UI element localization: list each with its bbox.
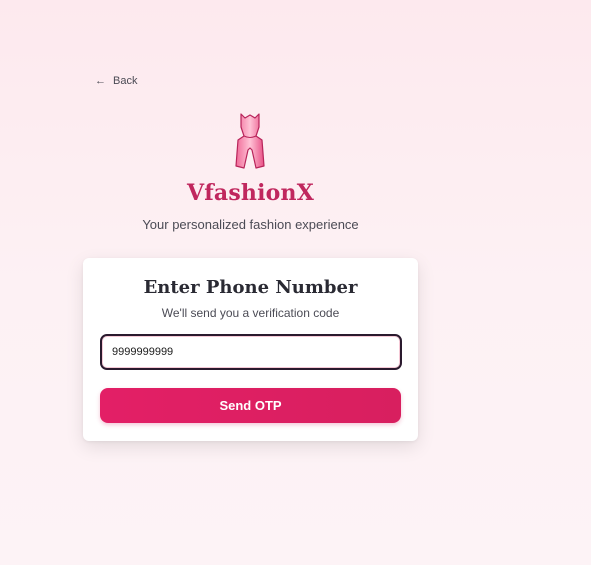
phone-login-card: Enter Phone Number We'll send you a veri… bbox=[83, 258, 418, 441]
arrow-left-icon: ← bbox=[95, 74, 106, 87]
back-label: Back bbox=[113, 75, 138, 87]
back-link[interactable]: ← Back bbox=[95, 75, 137, 87]
send-otp-button[interactable]: Send OTP bbox=[100, 388, 401, 423]
card-subtitle: We'll send you a verification code bbox=[161, 306, 340, 320]
dress-icon bbox=[235, 113, 265, 169]
card-title: Enter Phone Number bbox=[143, 277, 358, 298]
brand-name: VfashionX bbox=[186, 180, 315, 206]
phone-input[interactable] bbox=[100, 334, 402, 370]
brand-tagline: Your personalized fashion experience bbox=[142, 217, 359, 232]
